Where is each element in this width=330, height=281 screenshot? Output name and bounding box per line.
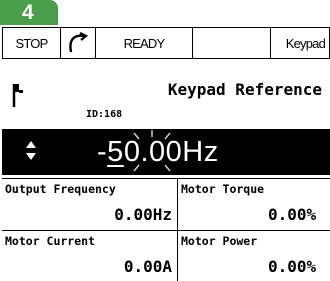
monitor-label: Motor Current: [5, 234, 96, 248]
monitor-value: 0.00Hz: [114, 205, 172, 224]
reference-value[interactable]: -50.00Hz: [97, 132, 219, 172]
value-editor[interactable]: -50.00Hz: [2, 129, 330, 175]
rotation-arrow-icon: [61, 28, 96, 58]
value-rest: 0.00: [123, 136, 183, 168]
monitor-value: 0.00%: [268, 205, 317, 224]
monitor-output-frequency: Output Frequency 0.00Hz: [2, 179, 178, 230]
monitor-label: Motor Power: [181, 234, 258, 248]
monitor-label: Output Frequency: [5, 182, 116, 196]
value-sign: -: [97, 136, 108, 168]
parameter-header: Keypad Reference ID:168: [2, 60, 330, 129]
value-cursor-digit[interactable]: 5: [107, 136, 124, 168]
value-unit: Hz: [182, 136, 219, 168]
parameter-id: ID:168: [86, 109, 123, 120]
page-number-badge: 4: [0, 0, 58, 25]
up-down-arrows-icon[interactable]: [25, 139, 37, 167]
status-ready: READY: [96, 28, 193, 58]
monitor-value: 0.00A: [123, 257, 172, 276]
page-title: Keypad Reference: [167, 80, 322, 99]
status-bar: STOP READY Keypad: [2, 27, 330, 59]
monitor-motor-power: Motor Power 0.00%: [178, 230, 330, 281]
monitor-value: 0.00%: [268, 257, 317, 276]
status-empty: [193, 28, 271, 58]
status-stop: STOP: [3, 28, 61, 58]
monitor-grid: Output Frequency 0.00Hz Motor Torque 0.0…: [2, 178, 330, 281]
status-control-place: Keypad: [285, 35, 326, 51]
parameter-flag-icon: [12, 82, 26, 112]
monitor-motor-current: Motor Current 0.00A: [2, 230, 178, 281]
monitor-label: Motor Torque: [181, 182, 265, 196]
monitor-motor-torque: Motor Torque 0.00%: [178, 179, 330, 230]
